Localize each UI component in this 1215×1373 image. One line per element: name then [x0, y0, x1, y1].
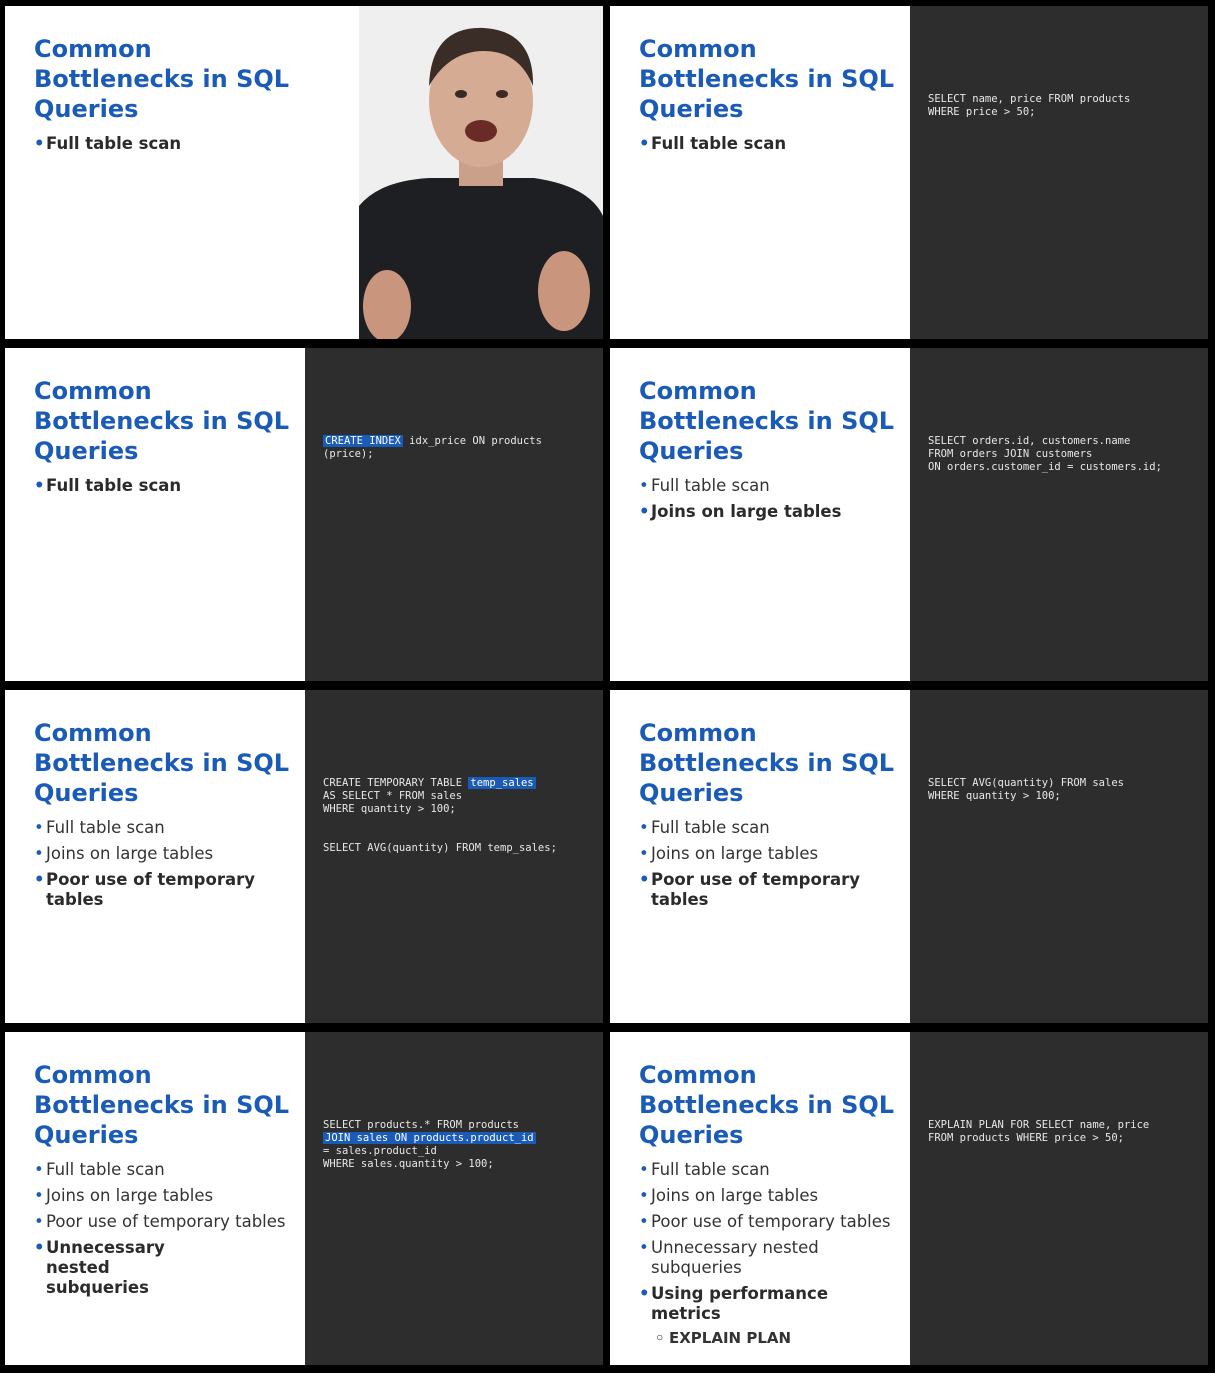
- bullet-item: Joins on large tables: [34, 1186, 294, 1206]
- code-block: SELECT AVG(quantity) FROM sales WHERE qu…: [928, 777, 1198, 803]
- bullet-item: Full table scan: [34, 134, 294, 154]
- bullet-item: Poor use of temporary tables: [639, 1212, 899, 1232]
- slide-8: Common Bottlenecks in SQL Queries Full t…: [610, 1032, 1208, 1365]
- bullet-item: Unnecessary nested subqueries: [639, 1238, 821, 1278]
- code-block: CREATE INDEX idx_price ON products (pric…: [323, 435, 593, 461]
- code-line: ON orders.customer_id = customers.id;: [928, 461, 1162, 473]
- code-line: CREATE TEMPORARY TABLE: [323, 777, 469, 789]
- code-panel: SELECT name, price FROM products WHERE p…: [910, 6, 1208, 339]
- code-block: SELECT name, price FROM products WHERE p…: [928, 93, 1198, 119]
- code-highlight: CREATE INDEX: [323, 435, 403, 447]
- slide-3: Common Bottlenecks in SQL Queries Full t…: [5, 348, 603, 681]
- slide-6: Common Bottlenecks in SQL Queries Full t…: [610, 690, 1208, 1023]
- bullet-item: Full table scan: [34, 1160, 294, 1180]
- bullet-item: Poor use of temporary tables: [34, 870, 294, 910]
- slide-5: Common Bottlenecks in SQL Queries Full t…: [5, 690, 603, 1023]
- slide-title: Common Bottlenecks in SQL Queries: [34, 35, 290, 123]
- bullet-item: Poor use of temporary tables: [639, 870, 899, 910]
- slide-7: Common Bottlenecks in SQL Queries Full t…: [5, 1032, 603, 1365]
- slide-title: Common Bottlenecks in SQL Queries: [34, 377, 290, 465]
- slide-4: Common Bottlenecks in SQL Queries Full t…: [610, 348, 1208, 681]
- slide-1: Common Bottlenecks in SQL Queries Full t…: [5, 6, 603, 339]
- bullet-item: Full table scan: [639, 1160, 899, 1180]
- slide-title: Common Bottlenecks in SQL Queries: [34, 719, 290, 807]
- bullet-list: Full table scan: [34, 134, 294, 160]
- code-line: = sales.product_id: [323, 1145, 437, 1157]
- code-panel: EXPLAIN PLAN FOR SELECT name, price FROM…: [910, 1032, 1208, 1365]
- code-line: SELECT AVG(quantity) FROM sales: [928, 777, 1124, 789]
- code-line: WHERE quantity > 100;: [928, 790, 1061, 802]
- slide-title: Common Bottlenecks in SQL Queries: [639, 35, 895, 123]
- bullet-item: Full table scan: [34, 818, 294, 838]
- presenter-image: [359, 6, 603, 339]
- code-line: idx_price ON products: [402, 435, 542, 447]
- presenter-video: [359, 6, 603, 339]
- code-line: WHERE sales.quantity > 100;: [323, 1158, 494, 1170]
- code-line: AS SELECT * FROM sales: [323, 790, 463, 802]
- code-line: SELECT AVG(quantity) FROM temp_sales;: [323, 842, 557, 854]
- code-block: CREATE TEMPORARY TABLE temp_sales AS SEL…: [323, 777, 593, 855]
- code-line: SELECT name, price FROM products: [928, 93, 1131, 105]
- bullet-list: Full table scan Joins on large tables Po…: [639, 1160, 899, 1354]
- bullet-list: Full table scan Joins on large tables Po…: [34, 818, 294, 916]
- bullet-item: Joins on large tables: [639, 844, 899, 864]
- bullet-item: Joins on large tables: [34, 844, 294, 864]
- code-line: EXPLAIN PLAN FOR SELECT name, price: [928, 1119, 1150, 1131]
- code-line: WHERE quantity > 100;: [323, 803, 456, 815]
- code-line: FROM orders JOIN customers: [928, 448, 1093, 460]
- code-block: SELECT products.* FROM products JOIN sal…: [323, 1119, 593, 1171]
- code-panel: SELECT AVG(quantity) FROM sales WHERE qu…: [910, 690, 1208, 1023]
- bullet-item: Joins on large tables: [639, 1186, 899, 1206]
- code-panel: CREATE INDEX idx_price ON products (pric…: [305, 348, 603, 681]
- slide-title: Common Bottlenecks in SQL Queries: [639, 1061, 895, 1149]
- bullet-item: Full table scan: [639, 134, 899, 154]
- bullet-item: Joins on large tables: [639, 502, 899, 522]
- code-block: EXPLAIN PLAN FOR SELECT name, price FROM…: [928, 1119, 1198, 1145]
- code-line: SELECT products.* FROM products: [323, 1119, 519, 1131]
- code-line: WHERE price > 50;: [928, 106, 1036, 118]
- bullet-item: Full table scan: [639, 476, 899, 496]
- code-highlight: JOIN sales ON products.product_id: [323, 1132, 536, 1144]
- code-line: (price);: [323, 448, 374, 460]
- code-block: SELECT orders.id, customers.name FROM or…: [928, 435, 1198, 474]
- bullet-list: Full table scan Joins on large tables: [639, 476, 899, 528]
- bullet-list: Full table scan: [639, 134, 899, 160]
- slide-title: Common Bottlenecks in SQL Queries: [639, 377, 895, 465]
- bullet-item: Poor use of temporary tables: [34, 1212, 294, 1232]
- code-highlight: temp_sales: [468, 777, 536, 789]
- bullet-list: Full table scan Joins on large tables Po…: [34, 1160, 294, 1304]
- slide-2: Common Bottlenecks in SQL Queries Full t…: [610, 6, 1208, 339]
- slide-title: Common Bottlenecks in SQL Queries: [639, 719, 895, 807]
- code-panel: SELECT orders.id, customers.name FROM or…: [910, 348, 1208, 681]
- code-panel: CREATE TEMPORARY TABLE temp_sales AS SEL…: [305, 690, 603, 1023]
- bullet-list: Full table scan Joins on large tables Po…: [639, 818, 899, 916]
- bullet-item: Unnecessary nested subqueries: [34, 1238, 216, 1298]
- bullet-item: Full table scan: [639, 818, 899, 838]
- code-panel: SELECT products.* FROM products JOIN sal…: [305, 1032, 603, 1365]
- slide-title: Common Bottlenecks in SQL Queries: [34, 1061, 290, 1149]
- code-line: FROM products WHERE price > 50;: [928, 1132, 1124, 1144]
- sub-bullet-item: EXPLAIN PLAN: [639, 1328, 899, 1348]
- bullet-item: Full table scan: [34, 476, 294, 496]
- code-line: SELECT orders.id, customers.name: [928, 435, 1131, 447]
- bullet-list: Full table scan: [34, 476, 294, 502]
- bullet-item: Using performance metrics: [639, 1284, 899, 1324]
